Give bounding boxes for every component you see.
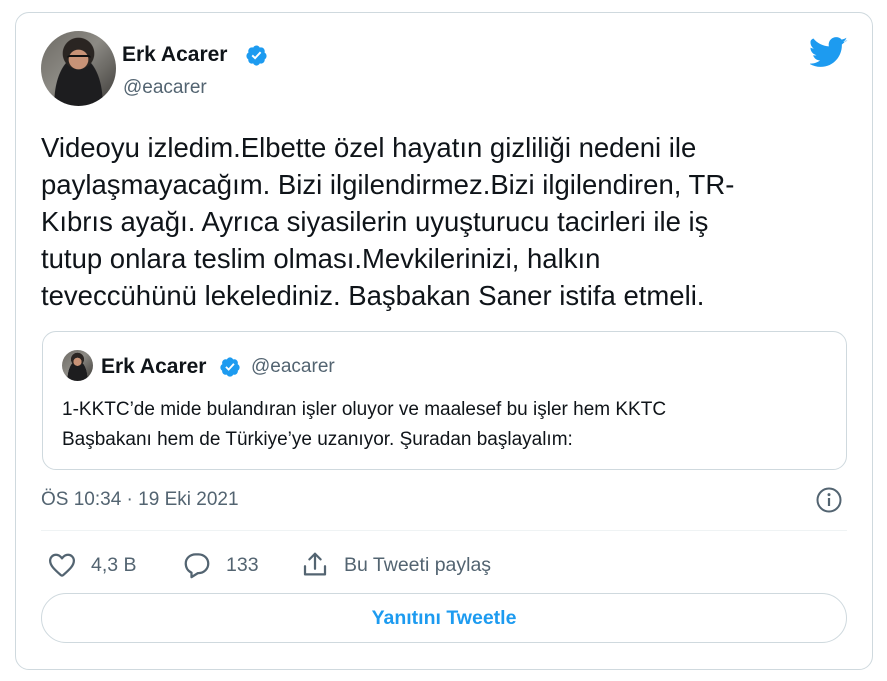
like-count: 4,3 B: [91, 553, 137, 576]
reply-bubble-icon: [184, 553, 210, 579]
like-button[interactable]: 4,3 B: [47, 550, 137, 580]
quoted-tweet-text: 1-KKTC’de mide bulandıran işler oluyor v…: [62, 399, 667, 450]
avatar-glasses: [67, 55, 91, 61]
twitter-bird-icon[interactable]: [810, 37, 848, 68]
author-name[interactable]: Erk Acarer: [122, 43, 227, 67]
reply-count-button[interactable]: 133: [182, 550, 259, 580]
quoted-author-name: Erk Acarer: [101, 355, 207, 378]
verified-badge-icon: [246, 45, 267, 66]
quoted-author-avatar: [62, 350, 93, 381]
tweet-timestamp[interactable]: ÖS 10:34 · 19 Eki 2021: [41, 489, 239, 511]
tweet-card: Erk Acarer @eacarer Videoyu izledim.Elbe…: [15, 12, 873, 670]
reply-count: 133: [226, 553, 259, 576]
reply-tweet-button[interactable]: Yanıtını Tweetle: [41, 593, 847, 643]
tweet-text: Videoyu izledim.Elbette özel hayatın giz…: [41, 132, 735, 311]
share-icon: [303, 552, 327, 576]
author-handle[interactable]: @eacarer: [123, 77, 207, 99]
author-avatar[interactable]: [41, 31, 116, 106]
share-label: Bu Tweeti paylaş: [344, 553, 492, 576]
info-icon[interactable]: [815, 486, 843, 514]
heart-icon: [49, 553, 75, 577]
quoted-author-handle: @eacarer: [251, 356, 335, 377]
divider: [41, 530, 847, 531]
share-button[interactable]: Bu Tweeti paylaş: [300, 550, 491, 580]
verified-badge-icon: [220, 357, 240, 377]
quoted-tweet[interactable]: Erk Acarer @eacarer 1-KKTC’de mide bulan…: [42, 331, 847, 470]
